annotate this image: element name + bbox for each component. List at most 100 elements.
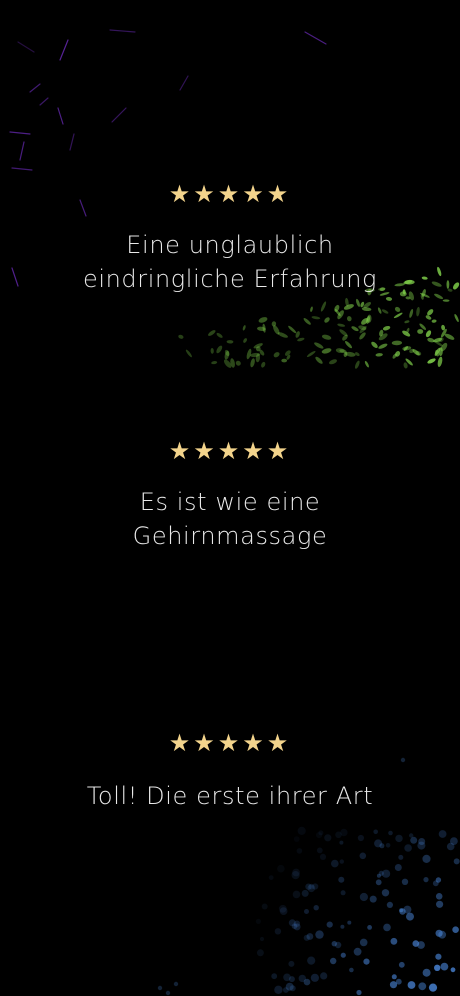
light-streak (9, 131, 31, 135)
review-card-2: ★★★★★ Es ist wie eine Gehirnmassage (0, 437, 460, 553)
dot-particle (376, 873, 381, 878)
dot-particle (398, 961, 405, 968)
leaf-particle (216, 345, 223, 354)
leaf-particle (329, 359, 337, 365)
dot-particle (395, 978, 402, 985)
leaf-particle (208, 330, 216, 336)
dot-particle (315, 930, 324, 939)
dot-particle (157, 985, 163, 991)
leaf-particle (431, 319, 437, 323)
leaf-particle (321, 334, 332, 340)
dot-particle (383, 923, 391, 932)
leaf-particle (354, 360, 360, 369)
leaf-particle (324, 317, 330, 323)
dot-particle (173, 981, 179, 987)
light-streak (19, 141, 25, 161)
leaf-particle (303, 318, 311, 325)
dot-particle (390, 937, 398, 945)
dot-particle (356, 989, 362, 996)
dot-particle (278, 904, 287, 913)
leaf-particle (351, 326, 359, 332)
dot-particle (386, 901, 393, 909)
leaf-particle (454, 313, 459, 323)
dot-particle (373, 829, 379, 835)
dot-particle (274, 985, 283, 994)
dot-particle (339, 840, 344, 845)
dot-particle (453, 858, 460, 865)
leaf-particle (288, 325, 297, 334)
leaf-particle (281, 358, 288, 363)
leaf-particle (311, 316, 321, 320)
dot-particle (283, 973, 291, 982)
light-streak (109, 29, 136, 33)
dot-particle (297, 826, 306, 836)
dot-particle (367, 925, 372, 930)
dot-particle (261, 903, 268, 910)
dot-particle (375, 879, 382, 886)
leaf-particle (371, 341, 378, 349)
light-streak (39, 97, 49, 106)
dot-particle (340, 828, 348, 837)
leaf-particle (356, 298, 360, 307)
leaf-particle (427, 358, 436, 364)
dot-particle (310, 973, 319, 982)
dot-particle (401, 878, 409, 885)
dot-particle (268, 875, 274, 880)
light-streak (69, 133, 75, 151)
dot-particle (435, 893, 443, 900)
dot-particle (450, 967, 456, 973)
leaf-particle (226, 340, 234, 344)
dot-particle (395, 834, 403, 843)
dot-particle (391, 974, 397, 980)
light-streak (111, 107, 127, 123)
dot-particle (398, 854, 404, 860)
leaf-particle (425, 330, 432, 338)
review-card-1: ★★★★★ Eine unglaublich eindringliche Erf… (0, 180, 460, 296)
leaf-particle (315, 356, 323, 364)
review-card-3: ★★★★★ Toll! Die erste ihrer Art (0, 729, 460, 813)
dot-particle (438, 830, 447, 838)
dot-particle (271, 973, 278, 980)
dot-particle (293, 923, 301, 931)
light-streak (59, 39, 69, 61)
dot-particle (274, 928, 282, 935)
leaf-particle (404, 320, 410, 324)
leaf-particle (344, 340, 353, 349)
star-rating: ★★★★★ (168, 180, 292, 208)
dot-particle (304, 909, 309, 914)
review-quote: Es ist wie eine Gehirnmassage (132, 488, 328, 550)
dot-particle (359, 892, 368, 902)
leaf-particle (339, 329, 348, 337)
dot-particle (285, 982, 294, 991)
leaf-particle (242, 325, 246, 331)
dot-particle (326, 921, 333, 928)
dot-particle (330, 957, 337, 965)
leaf-particle (273, 352, 280, 358)
leaf-particle (416, 306, 420, 317)
dot-particle (359, 852, 367, 860)
dot-particle (394, 864, 402, 871)
dot-particle (434, 964, 441, 971)
dot-particle (291, 871, 300, 880)
leaf-particle (375, 353, 383, 357)
dot-particle (313, 905, 319, 911)
leaf-particle (444, 333, 455, 340)
leaf-particle (250, 358, 255, 368)
leaf-particle (417, 329, 424, 334)
leaf-particle (320, 301, 327, 312)
dot-particle (422, 854, 431, 864)
dot-particle (440, 962, 449, 971)
dot-particle (303, 934, 310, 941)
dot-particle (388, 830, 393, 836)
leaf-particle (314, 342, 324, 349)
dot-particle (385, 843, 391, 848)
leaf-particle (394, 306, 401, 312)
dot-particle (256, 949, 264, 957)
leaf-particle (346, 316, 352, 322)
dot-particle (446, 842, 455, 851)
dot-particle (349, 967, 354, 973)
dot-particle (316, 847, 323, 854)
dot-particle (407, 981, 416, 989)
dot-particle (347, 920, 352, 925)
leaf-particle (442, 299, 450, 302)
